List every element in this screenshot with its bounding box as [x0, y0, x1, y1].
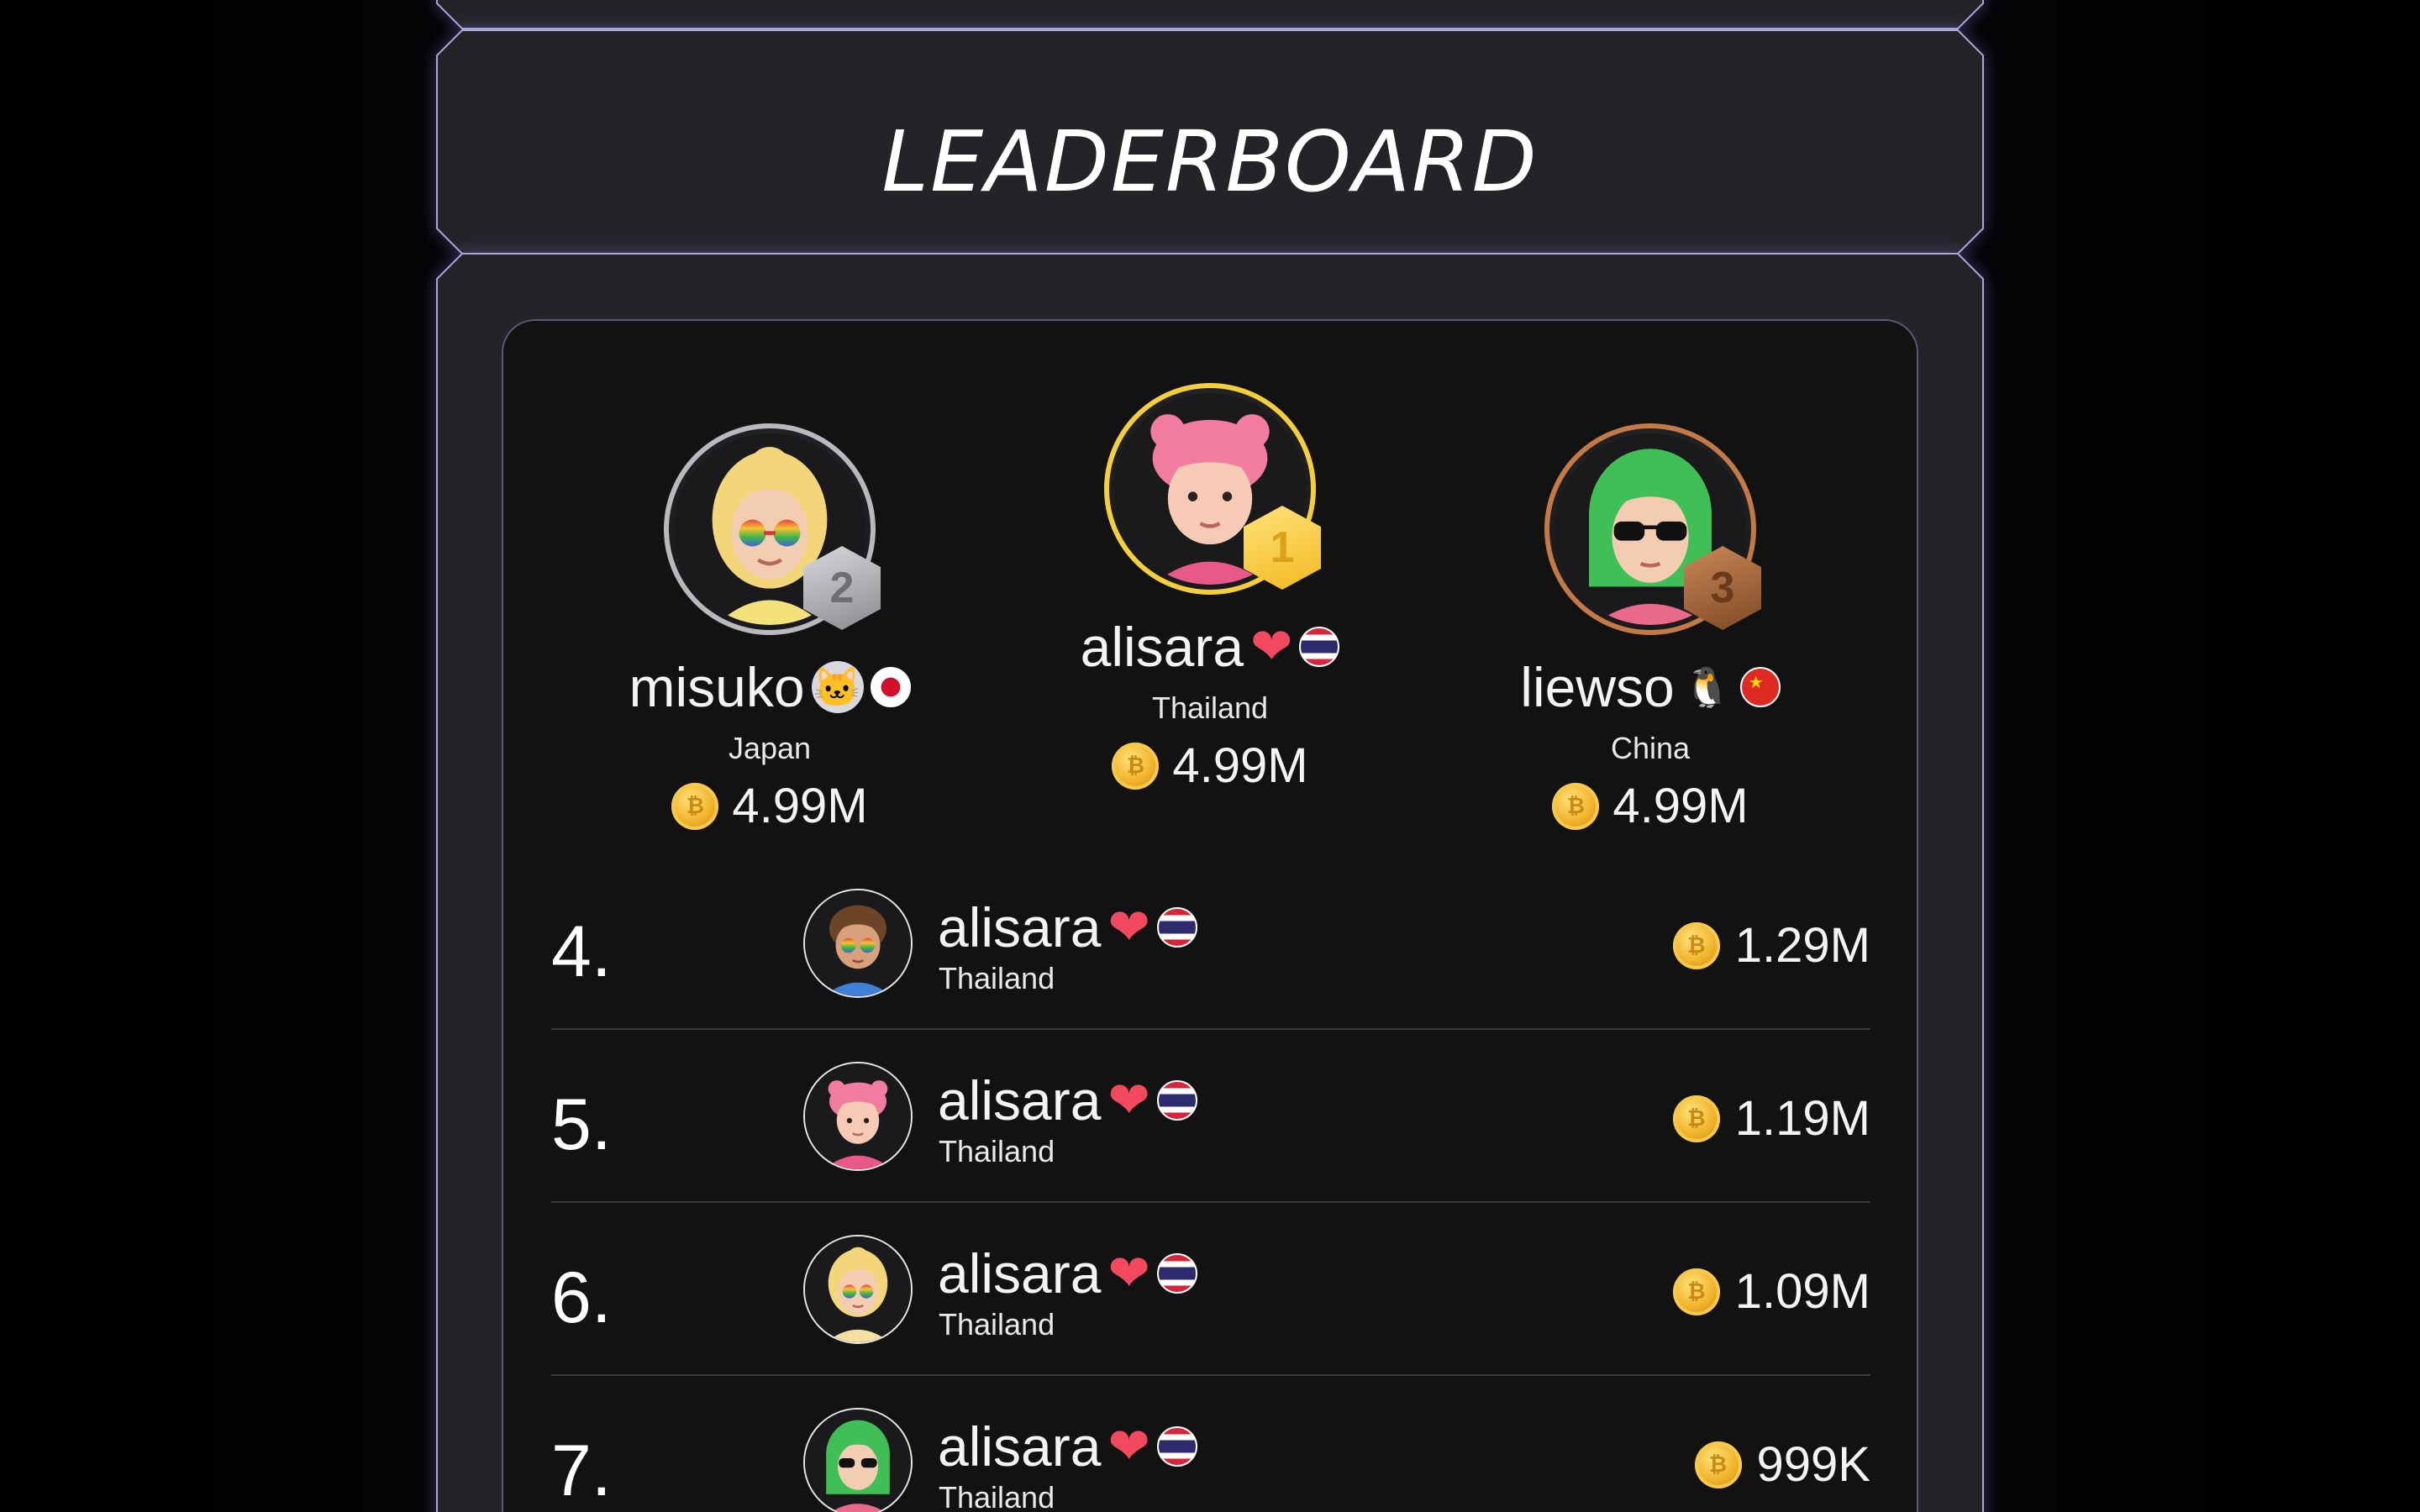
- player-score: 1.09M: [1734, 1264, 1870, 1319]
- avatar: [803, 1235, 913, 1344]
- china-flag-icon: [1739, 667, 1781, 707]
- rank-number: 5.: [551, 1084, 612, 1165]
- avatar: 1: [1104, 383, 1321, 595]
- page-title: LEADERBOARD: [881, 113, 1539, 211]
- avatar-illustration: [805, 1410, 911, 1512]
- player-name: alisara: [1080, 616, 1244, 678]
- rank-number: 6.: [551, 1257, 612, 1338]
- leaderboard-row[interactable]: 7. alisara ❤ Thailand ₿ 999K: [551, 1376, 1870, 1512]
- avatar: 2: [664, 423, 881, 635]
- player-score: 999K: [1756, 1437, 1870, 1492]
- avatar-illustration: [805, 1063, 911, 1169]
- player-country: Thailand: [939, 961, 1055, 995]
- podium-rank-2[interactable]: 2 misuko 🐱 Japan ₿ 4.99M: [576, 423, 963, 834]
- thailand-flag-icon: [1156, 1080, 1197, 1121]
- player-country: China: [1610, 731, 1691, 765]
- player-score: 4.99M: [1172, 738, 1308, 793]
- player-name: alisara: [938, 896, 1102, 958]
- coin-icon: ₿: [671, 782, 719, 830]
- podium-rank-3[interactable]: 3 liewso 🐧 China ₿ 4.99M: [1457, 423, 1844, 834]
- player-name: misuko: [629, 656, 805, 718]
- player-name: alisara: [938, 1069, 1102, 1131]
- heart-icon: ❤: [1107, 1072, 1150, 1128]
- avatar-illustration: [805, 890, 911, 996]
- player-name: alisara: [938, 1415, 1102, 1478]
- avatar: [803, 1408, 913, 1512]
- player-country: Japan: [728, 731, 812, 765]
- rank-number: 4.: [551, 911, 612, 992]
- leaderboard-row[interactable]: 5. alisara ❤ Thailand ₿ 1.19M: [551, 1030, 1870, 1203]
- coin-icon: ₿: [1694, 1441, 1742, 1488]
- header-panel: LEADERBOARD: [436, 29, 1984, 255]
- heart-icon: ❤: [1107, 899, 1150, 955]
- top-frame-strip: [436, 0, 1984, 30]
- penguin-icon: 🐧: [1683, 664, 1732, 709]
- coin-icon: ₿: [1552, 782, 1600, 830]
- player-name: alisara: [938, 1242, 1102, 1305]
- player-country: Thailand: [939, 1134, 1055, 1168]
- avatar: 3: [1544, 423, 1761, 635]
- rank-number: 7.: [551, 1431, 612, 1511]
- thailand-flag-icon: [1156, 1253, 1197, 1294]
- player-score: 1.29M: [1734, 918, 1870, 973]
- player-name: liewso: [1520, 656, 1675, 718]
- thailand-flag-icon: [1156, 1426, 1197, 1467]
- coin-icon: ₿: [1112, 742, 1160, 790]
- podium-rank-1[interactable]: 1 alisara ❤ Thailand ₿ 4.99M: [1017, 383, 1403, 794]
- japan-flag-icon: [870, 667, 911, 707]
- player-country: Thailand: [1151, 690, 1269, 725]
- coin-icon: ₿: [1672, 1268, 1720, 1315]
- leaderboard-row[interactable]: 4. alisara ❤ Thailand ₿ 1.29M: [551, 857, 1870, 1030]
- player-country: Thailand: [939, 1307, 1055, 1341]
- heart-icon: ❤: [1107, 1418, 1150, 1474]
- coin-icon: ₿: [1672, 921, 1720, 969]
- player-score: 4.99M: [1612, 779, 1749, 833]
- avatar: [803, 1062, 913, 1171]
- player-score: 1.19M: [1734, 1091, 1870, 1146]
- heart-icon: ❤: [1107, 1245, 1150, 1301]
- leaderboard-row[interactable]: 6. alisara ❤ Thailand ₿ 1.09M: [551, 1203, 1870, 1376]
- heart-icon: ❤: [1250, 618, 1293, 675]
- avatar-illustration: [805, 1236, 911, 1342]
- thailand-flag-icon: [1299, 627, 1340, 667]
- avatar: [803, 889, 913, 998]
- thailand-flag-icon: [1156, 907, 1197, 948]
- coin-icon: ₿: [1672, 1095, 1720, 1142]
- player-score: 4.99M: [732, 779, 868, 833]
- player-country: Thailand: [939, 1480, 1055, 1512]
- cat-icon: 🐱: [811, 661, 864, 713]
